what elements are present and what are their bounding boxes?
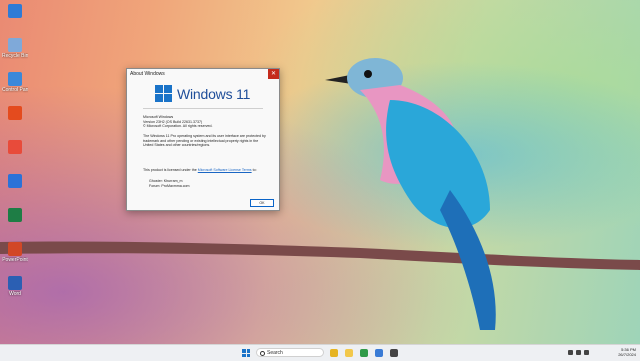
app-icon xyxy=(8,242,22,256)
desktop-icon[interactable]: Control Panel xyxy=(2,72,28,93)
desktop-icon[interactable] xyxy=(2,140,28,155)
windows-logo: Windows 11 xyxy=(155,85,250,102)
wifi-icon[interactable] xyxy=(576,350,581,355)
terminal-icon[interactable] xyxy=(390,349,398,357)
start-button[interactable] xyxy=(242,349,250,357)
taskbar-search[interactable]: Search xyxy=(256,348,324,357)
dialog-title: About Windows xyxy=(130,71,165,77)
copyright-text: © Microsoft Corporation. All rights rese… xyxy=(143,124,213,129)
desktop-icon-label: PowerPoint xyxy=(2,257,28,263)
app-icon xyxy=(8,106,22,120)
windows-logo-icon xyxy=(155,85,172,102)
clock-date: 26/7/2024 xyxy=(618,352,636,357)
about-windows-dialog: About Windows ✕ Windows 11 Microsoft Win… xyxy=(126,68,280,211)
app-icon xyxy=(8,208,22,222)
license-text: This product is licensed under the Micro… xyxy=(143,168,271,173)
desktop-icon[interactable] xyxy=(2,4,28,19)
volume-icon[interactable] xyxy=(584,350,589,355)
system-tray[interactable] xyxy=(568,350,589,355)
licensed-owner: Ghoster: Khurram_m Forum: ProMaxmma.com xyxy=(149,179,190,189)
app-icon xyxy=(8,276,22,290)
license-link[interactable]: Microsoft Software License Terms xyxy=(198,168,252,172)
desktop-icon[interactable] xyxy=(2,106,28,121)
desktop-icon[interactable]: Recycle Bin xyxy=(2,38,28,59)
file-explorer-icon[interactable] xyxy=(330,349,338,357)
taskbar: Search 5:36 PM 26/7/2024 xyxy=(0,344,640,361)
close-button[interactable]: ✕ xyxy=(268,69,279,79)
desktop-icon[interactable]: PowerPoint xyxy=(2,242,28,263)
description-text: The Windows 11 Pro operating system and … xyxy=(143,134,266,148)
chrome-icon[interactable] xyxy=(360,349,368,357)
app-icon xyxy=(8,72,22,86)
app-icon xyxy=(8,174,22,188)
desktop-icon-label: Word xyxy=(9,291,21,297)
chevron-up-icon[interactable] xyxy=(568,350,573,355)
owner-line-2: Forum: ProMaxmma.com xyxy=(149,183,190,188)
windows-logo-text: Windows 11 xyxy=(177,85,251,102)
version-info: Microsoft Windows Version 23H2 (OS Build… xyxy=(143,115,271,129)
desktop-icon[interactable] xyxy=(2,208,28,223)
app-icon xyxy=(8,4,22,18)
desktop-icon[interactable] xyxy=(2,174,28,189)
license-suffix: to: xyxy=(252,168,257,172)
app-icon xyxy=(8,38,22,52)
desktop-icon-label: Recycle Bin xyxy=(2,53,28,59)
clock[interactable]: 5:36 PM 26/7/2024 xyxy=(618,347,636,357)
license-prefix: This product is licensed under the xyxy=(143,168,197,172)
folder-icon[interactable] xyxy=(345,349,353,357)
ok-button[interactable]: OK xyxy=(250,199,274,207)
divider xyxy=(143,108,263,109)
app-icon xyxy=(8,140,22,154)
search-icon xyxy=(260,351,265,356)
store-icon[interactable] xyxy=(375,349,383,357)
wallpaper-bird xyxy=(325,58,496,330)
search-placeholder: Search xyxy=(267,350,283,356)
desktop-icon-label: Control Panel xyxy=(2,87,28,93)
desktop-icon[interactable]: Word xyxy=(2,276,28,297)
